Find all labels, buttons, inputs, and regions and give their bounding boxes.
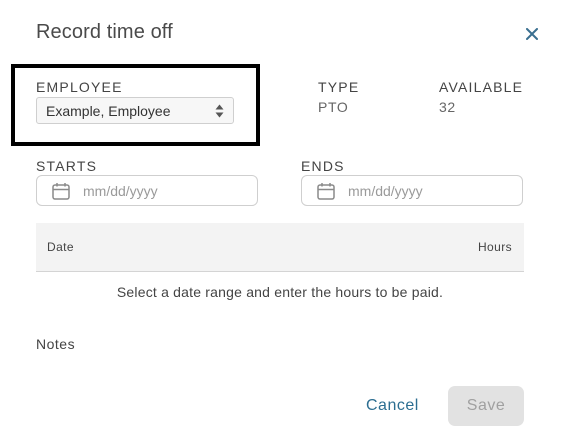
- employee-select[interactable]: Example, Employee: [36, 97, 234, 124]
- table-empty-message: Select a date range and enter the hours …: [116, 284, 444, 300]
- select-arrows-icon: [215, 104, 224, 118]
- employee-label: EMPLOYEE: [36, 79, 123, 95]
- dialog-title: Record time off: [36, 21, 173, 43]
- column-header-hours: Hours: [477, 240, 512, 254]
- employee-selected-value: Example, Employee: [46, 102, 171, 119]
- save-button[interactable]: Save: [448, 386, 524, 426]
- type-value: PTO: [318, 99, 349, 115]
- available-value: 32: [439, 99, 456, 115]
- starts-date-input[interactable]: [81, 181, 235, 200]
- notes-label: Notes: [36, 336, 76, 352]
- available-label: AVAILABLE: [439, 79, 524, 95]
- column-header-date: Date: [47, 240, 74, 254]
- cancel-button[interactable]: Cancel: [358, 390, 427, 422]
- close-button[interactable]: [520, 22, 544, 46]
- ends-label: ENDS: [301, 158, 345, 174]
- calendar-icon: [317, 182, 335, 200]
- hours-table-header: Date Hours: [36, 223, 524, 272]
- ends-date-field[interactable]: [301, 175, 523, 206]
- type-label: TYPE: [318, 79, 360, 95]
- starts-date-field[interactable]: [36, 175, 258, 206]
- calendar-icon: [52, 182, 70, 200]
- close-icon: [526, 28, 538, 40]
- starts-label: STARTS: [36, 158, 98, 174]
- record-time-off-dialog: Record time off EMPLOYEE Example, Employ…: [0, 0, 562, 447]
- ends-date-input[interactable]: [346, 181, 500, 200]
